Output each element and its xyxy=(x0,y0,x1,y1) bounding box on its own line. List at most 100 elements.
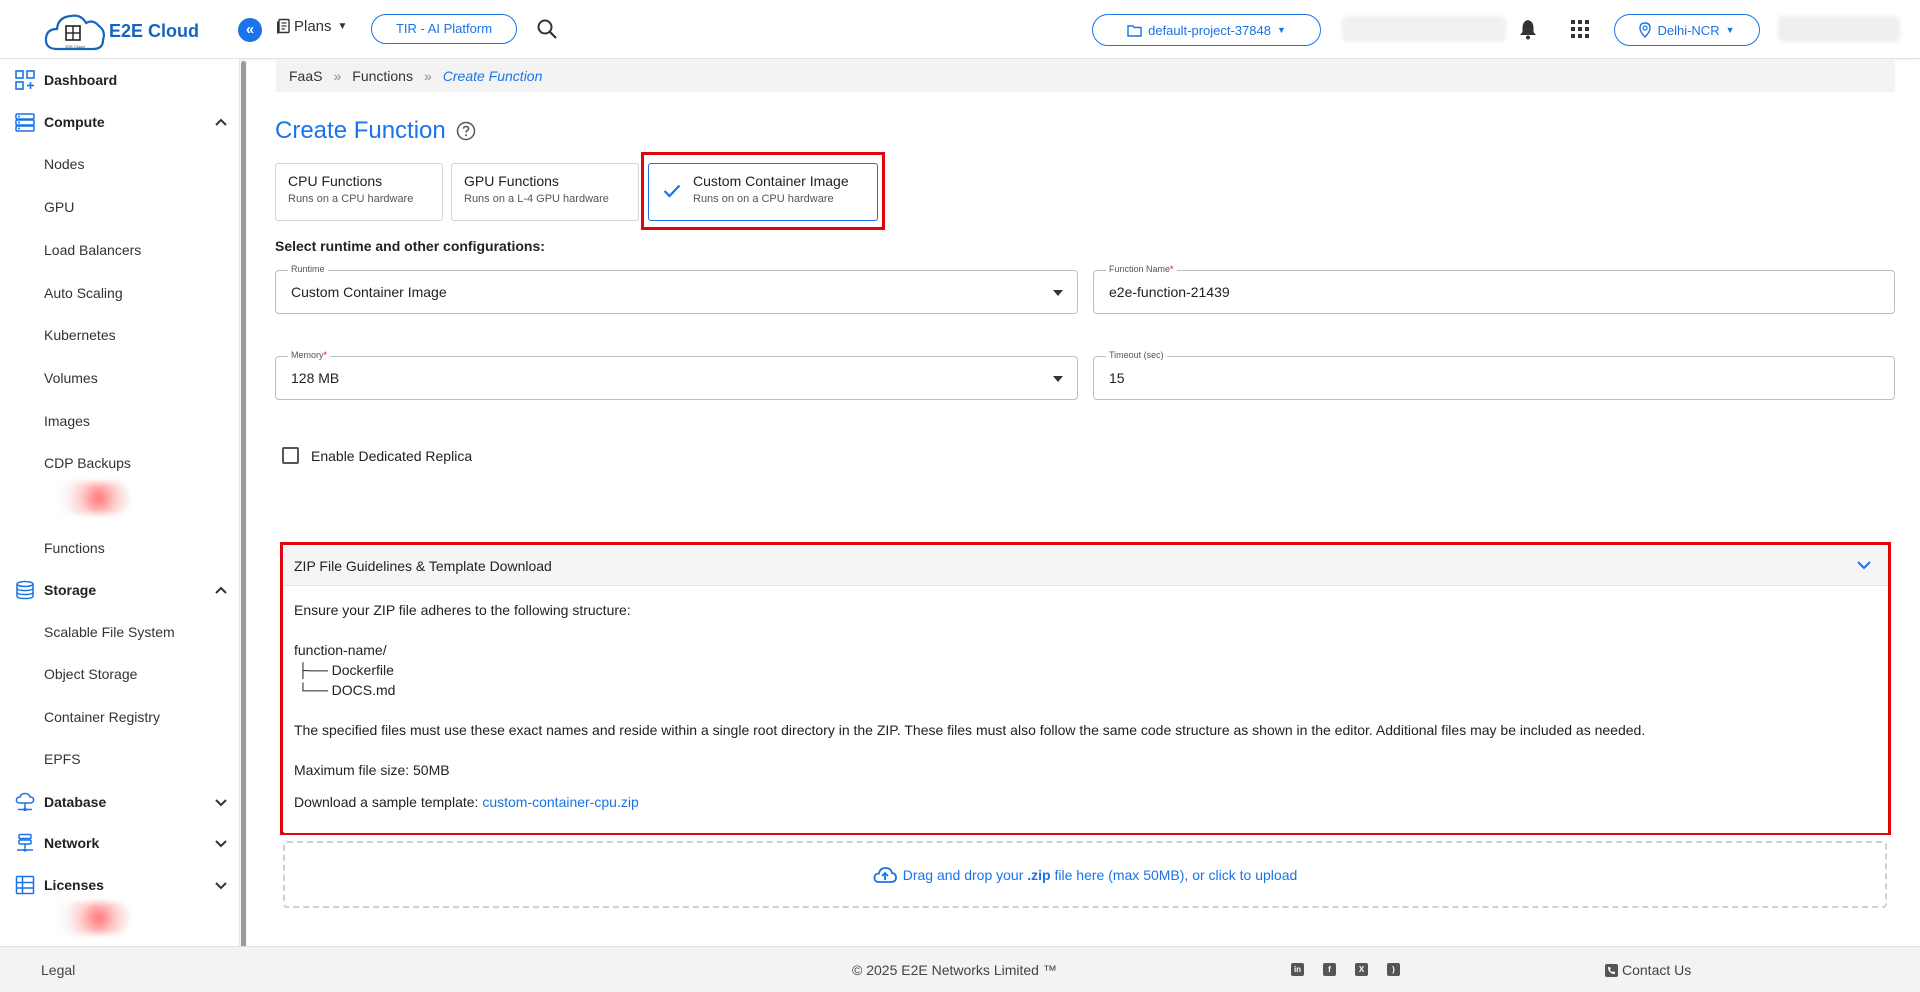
dedicated-replica-checkbox[interactable] xyxy=(282,447,299,464)
card-subtitle: Runs on on a CPU hardware xyxy=(693,193,834,205)
caret-down-icon xyxy=(1053,376,1063,382)
sidebar-item-scalable-file-system[interactable]: Scalable File System xyxy=(44,624,175,640)
rss-icon[interactable]: ) xyxy=(1387,963,1400,976)
caret-down-icon: ▼ xyxy=(1725,25,1735,35)
memory-value: 128 MB xyxy=(291,370,340,386)
card-title: Custom Container Image xyxy=(693,173,849,189)
plans-menu[interactable]: Plans ▼ xyxy=(276,18,347,35)
sidebar-item-dashboard[interactable]: Dashboard xyxy=(0,63,239,97)
dedicated-replica-label: Enable Dedicated Replica xyxy=(311,447,473,464)
memory-select[interactable]: Memory* 128 MB xyxy=(275,350,1078,400)
sidebar-item-volumes[interactable]: Volumes xyxy=(44,370,98,386)
chevron-down-icon[interactable] xyxy=(214,795,228,809)
contact-us-label: Contact Us xyxy=(1622,962,1692,978)
sidebar-item-container-registry[interactable]: Container Registry xyxy=(44,709,160,725)
breadcrumb-separator: » xyxy=(423,67,432,84)
timeout-value[interactable]: 15 xyxy=(1109,370,1829,386)
dedicated-replica-row[interactable]: Enable Dedicated Replica xyxy=(282,447,472,464)
sidebar-item-storage[interactable]: Storage xyxy=(0,573,239,607)
sidebar-item-auto-scaling[interactable]: Auto Scaling xyxy=(44,285,123,301)
sidebar-item-kubernetes[interactable]: Kubernetes xyxy=(44,327,116,343)
memory-label: Memory* xyxy=(288,350,331,361)
chevron-down-icon[interactable] xyxy=(214,878,228,892)
project-selector[interactable]: default-project-37848 ▼ xyxy=(1092,14,1321,46)
cpu-functions-card[interactable]: CPU Functions Runs on a CPU hardware xyxy=(275,163,443,221)
caret-down-icon: ▼ xyxy=(1276,25,1286,35)
contact-us-link[interactable]: Contact Us xyxy=(1605,962,1691,978)
timeout-field[interactable]: Timeout (sec) 15 xyxy=(1093,350,1895,400)
zip-upload-dropzone[interactable]: Drag and drop your .zip file here (max 5… xyxy=(283,841,1887,908)
custom-container-image-card[interactable]: Custom Container Image Runs on on a CPU … xyxy=(648,163,878,221)
tree-dockerfile: ├── Dockerfile xyxy=(298,662,394,678)
chevron-up-icon[interactable] xyxy=(214,115,228,129)
sidebar-item-gpu[interactable]: GPU xyxy=(44,199,74,215)
sidebar-item-network[interactable]: Network xyxy=(0,826,239,860)
footer: Legal © 2025 E2E Networks Limited ™ in f… xyxy=(0,946,1920,992)
facebook-icon[interactable]: f xyxy=(1323,963,1336,976)
sidebar-item-compute[interactable]: Compute xyxy=(0,105,239,139)
runtime-value: Custom Container Image xyxy=(291,284,447,300)
collapse-sidebar-button[interactable]: « xyxy=(238,18,262,42)
card-title: GPU Functions xyxy=(464,173,559,189)
zip-structure-tree: function-name/ ├── Dockerfile └── DOCS.m… xyxy=(294,640,1878,700)
bell-icon[interactable] xyxy=(1518,18,1538,45)
required-mark: * xyxy=(1170,264,1174,274)
sidebar-item-database[interactable]: Database xyxy=(0,785,239,819)
card-subtitle: Runs on a L-4 GPU hardware xyxy=(464,193,609,205)
page-title-text: Create Function xyxy=(275,117,446,144)
sidebar-label-dashboard: Dashboard xyxy=(44,72,118,88)
zip-download-row: Download a sample template: custom-conta… xyxy=(294,792,1878,812)
caret-down-icon xyxy=(1053,290,1063,296)
plans-label: Plans xyxy=(294,18,332,35)
function-name-value[interactable]: e2e-function-21439 xyxy=(1109,284,1829,300)
sidebar-item-load-balancers[interactable]: Load Balancers xyxy=(44,242,141,258)
sidebar-item-cdp-backups[interactable]: CDP Backups xyxy=(44,455,131,471)
location-pin-icon xyxy=(1639,22,1652,38)
sidebar-item-images[interactable]: Images xyxy=(44,413,90,429)
runtime-select[interactable]: Runtime Custom Container Image xyxy=(275,264,1078,314)
function-name-label: Function Name* xyxy=(1106,264,1177,275)
breadcrumb-create-function: Create Function xyxy=(442,67,543,84)
chevron-up-icon[interactable] xyxy=(214,583,228,597)
sidebar-label-database: Database xyxy=(44,794,107,810)
help-icon[interactable] xyxy=(456,121,476,141)
gpu-functions-card[interactable]: GPU Functions Runs on a L-4 GPU hardware xyxy=(451,163,639,221)
function-name-field[interactable]: Function Name* e2e-function-21439 xyxy=(1093,264,1895,314)
zip-note: The specified files must use these exact… xyxy=(294,722,1646,738)
e2e-logo[interactable]: E2E Cloud E2E Cloud xyxy=(43,9,199,53)
region-selector[interactable]: Delhi-NCR ▼ xyxy=(1614,14,1760,46)
linkedin-icon[interactable]: in xyxy=(1291,963,1304,976)
breadcrumb-faas[interactable]: FaaS xyxy=(289,68,322,84)
zip-download-prefix: Download a sample template: xyxy=(294,794,483,810)
network-icon xyxy=(17,833,33,852)
chevron-down-icon[interactable] xyxy=(1856,558,1872,572)
logo-subtext: E2E Cloud xyxy=(65,44,84,49)
project-label: default-project-37848 xyxy=(1148,22,1271,38)
sidebar-scrollbar[interactable] xyxy=(240,59,247,951)
sidebar-item-nodes[interactable]: Nodes xyxy=(44,156,84,172)
logo-text: E2E Cloud xyxy=(109,20,200,41)
sidebar-item-licenses[interactable]: Licenses xyxy=(0,868,239,902)
tir-platform-button[interactable]: TIR - AI Platform xyxy=(371,14,517,44)
sidebar-item-functions[interactable]: Functions xyxy=(44,540,105,556)
sidebar-item-epfs[interactable]: EPFS xyxy=(44,751,81,767)
apps-grid-icon[interactable] xyxy=(1571,20,1589,43)
breadcrumb-separator: » xyxy=(333,67,342,84)
chevron-down-icon[interactable] xyxy=(214,836,228,850)
template-download-link[interactable]: custom-container-cpu.zip xyxy=(482,794,638,810)
scrollbar-thumb[interactable] xyxy=(241,61,246,951)
search-icon[interactable] xyxy=(536,18,558,45)
redacted-user-info xyxy=(1778,16,1900,42)
breadcrumb: FaaS » Functions » Create Function xyxy=(276,59,1895,92)
zip-guidelines-title: ZIP File Guidelines & Template Download xyxy=(294,557,552,574)
redacted-sidebar-item xyxy=(40,482,130,514)
breadcrumb-functions[interactable]: Functions xyxy=(352,68,413,84)
zip-guidelines-header[interactable]: ZIP File Guidelines & Template Download xyxy=(284,546,1888,586)
x-icon[interactable]: X xyxy=(1355,963,1368,976)
legal-link[interactable]: Legal xyxy=(41,962,75,978)
redacted-account-info xyxy=(1342,16,1506,42)
sidebar-item-object-storage[interactable]: Object Storage xyxy=(44,666,137,682)
plans-icon xyxy=(277,18,290,34)
zip-guidelines-body: Ensure your ZIP file adheres to the foll… xyxy=(284,586,1888,826)
required-mark: * xyxy=(323,350,328,360)
